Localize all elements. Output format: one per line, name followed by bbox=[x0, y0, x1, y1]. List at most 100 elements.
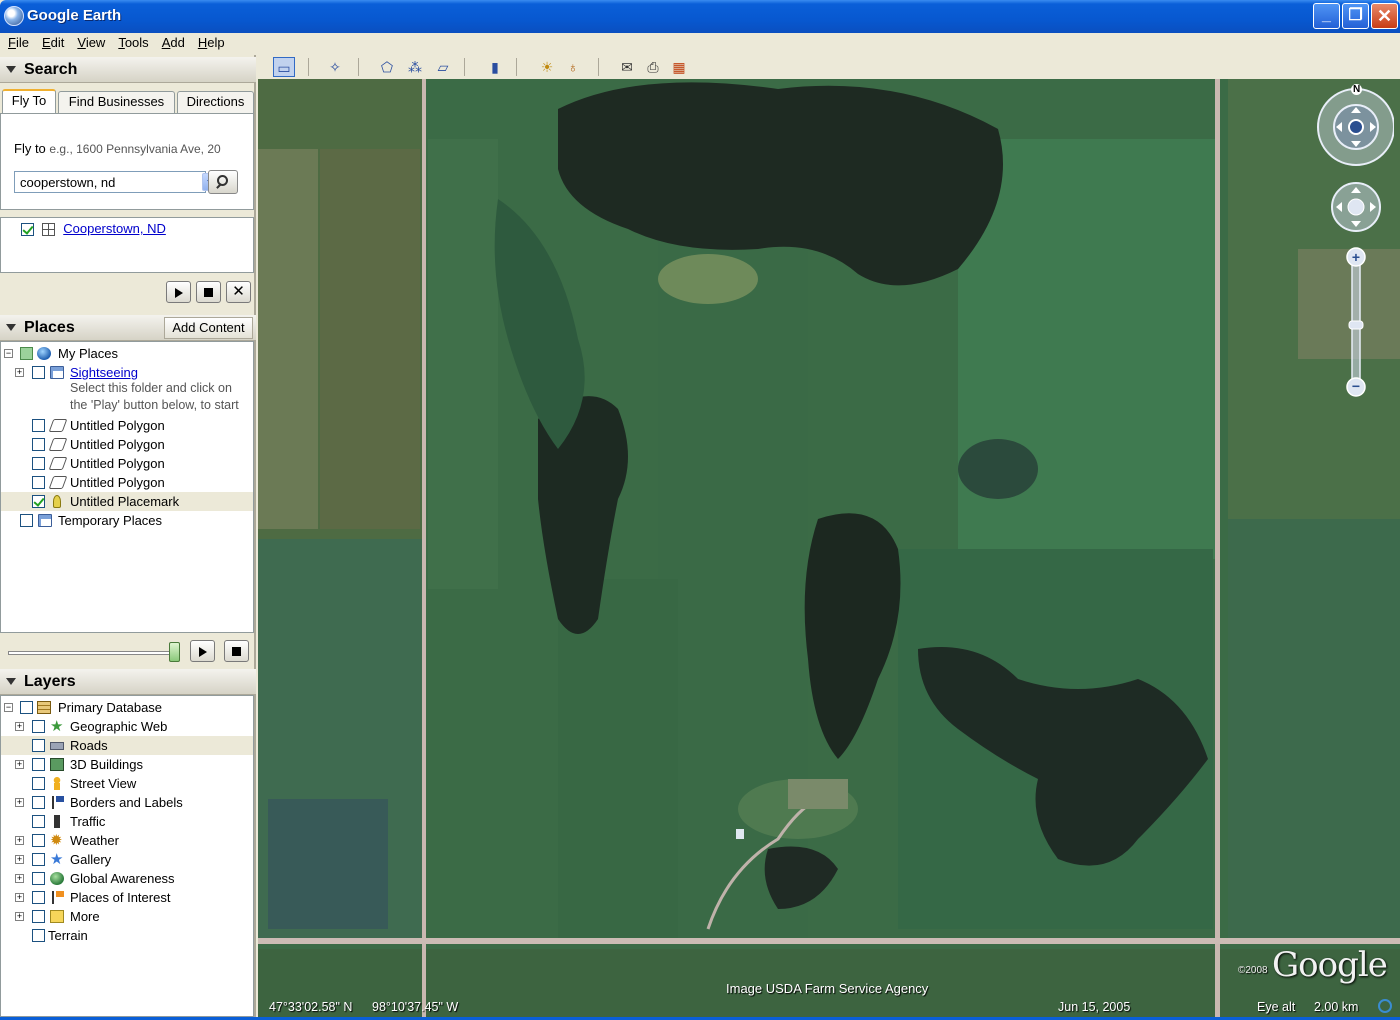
polygon-checkbox[interactable] bbox=[32, 419, 45, 432]
close-button[interactable]: ✕ bbox=[1371, 3, 1398, 29]
sunlight-icon[interactable]: ☀ bbox=[536, 57, 558, 77]
layer-terrain[interactable]: Terrain bbox=[1, 926, 253, 945]
navigation-controls[interactable]: + − bbox=[1314, 85, 1394, 405]
path-add-icon[interactable]: ⁂ bbox=[404, 57, 426, 77]
placemark-add-icon[interactable]: ✧ bbox=[324, 57, 346, 77]
layer-weather[interactable]: + ✹ Weather bbox=[1, 831, 253, 850]
search-stop-button[interactable] bbox=[196, 281, 221, 303]
layer-checkbox[interactable] bbox=[32, 910, 45, 923]
layer-gallery[interactable]: + ★ Gallery bbox=[1, 850, 253, 869]
primary-database-checkbox[interactable] bbox=[20, 701, 33, 714]
expand-toggle[interactable]: + bbox=[15, 836, 24, 845]
expand-toggle[interactable]: + bbox=[15, 893, 24, 902]
fly-to-input[interactable]: cooperstown, nd bbox=[14, 171, 219, 193]
layer-global-awareness[interactable]: + Global Awareness bbox=[1, 869, 253, 888]
tree-item-polygon[interactable]: Untitled Polygon bbox=[1, 473, 253, 492]
maximize-button[interactable]: ❐ bbox=[1342, 3, 1369, 29]
places-panel-header[interactable]: Places Add Content bbox=[0, 315, 256, 341]
menu-add[interactable]: Add bbox=[154, 33, 190, 50]
print-icon[interactable]: ⎙ bbox=[642, 57, 664, 77]
layer-traffic[interactable]: Traffic bbox=[1, 812, 253, 831]
layer-checkbox[interactable] bbox=[32, 720, 45, 733]
tab-directions[interactable]: Directions bbox=[177, 91, 254, 113]
layer-checkbox[interactable] bbox=[32, 834, 45, 847]
tree-item-placemark[interactable]: Untitled Placemark bbox=[1, 492, 253, 511]
tab-fly-to[interactable]: Fly To bbox=[2, 89, 56, 114]
building-icon bbox=[50, 758, 64, 771]
menu-help[interactable]: Help bbox=[190, 33, 230, 50]
temporary-places-checkbox[interactable] bbox=[20, 514, 33, 527]
collapse-arrow-icon[interactable] bbox=[6, 324, 16, 331]
polygon-add-icon[interactable]: ⬠ bbox=[376, 57, 398, 77]
polygon-checkbox[interactable] bbox=[32, 476, 45, 489]
menu-file[interactable]: File bbox=[0, 33, 34, 50]
menu-tools[interactable]: Tools bbox=[110, 33, 153, 50]
sightseeing-link[interactable]: Sightseeing bbox=[70, 365, 138, 380]
layer-places-of-interest[interactable]: + Places of Interest bbox=[1, 888, 253, 907]
expand-toggle[interactable]: + bbox=[15, 722, 24, 731]
collapse-toggle[interactable]: − bbox=[4, 349, 13, 358]
layer-checkbox[interactable] bbox=[32, 758, 45, 771]
expand-toggle[interactable]: + bbox=[15, 855, 24, 864]
expand-toggle[interactable]: + bbox=[15, 912, 24, 921]
collapse-arrow-icon[interactable] bbox=[6, 678, 16, 685]
tree-item-polygon[interactable]: Untitled Polygon bbox=[1, 416, 253, 435]
result-item[interactable]: Cooperstown, ND bbox=[21, 221, 166, 237]
layers-panel-header[interactable]: Layers bbox=[0, 669, 256, 695]
sky-planet-icon[interactable]: ♁ bbox=[562, 57, 584, 77]
tree-item-polygon[interactable]: Untitled Polygon bbox=[1, 435, 253, 454]
layer-borders-labels[interactable]: + Borders and Labels bbox=[1, 793, 253, 812]
sidebar-toggle-icon[interactable]: ▭ bbox=[273, 57, 295, 77]
tree-item-primary-database[interactable]: − Primary Database bbox=[1, 698, 253, 717]
sightseeing-checkbox[interactable] bbox=[32, 366, 45, 379]
tour-speed-slider[interactable] bbox=[8, 651, 178, 655]
add-content-button[interactable]: Add Content bbox=[164, 317, 253, 339]
layer-more[interactable]: + More bbox=[1, 907, 253, 926]
places-play-button[interactable] bbox=[190, 640, 215, 662]
email-icon[interactable]: ✉ bbox=[616, 57, 638, 77]
minimize-button[interactable]: _ bbox=[1313, 3, 1340, 29]
layer-geographic-web[interactable]: + ★ Geographic Web bbox=[1, 717, 253, 736]
expand-toggle[interactable]: + bbox=[15, 760, 24, 769]
image-overlay-icon[interactable]: ▱ bbox=[432, 57, 454, 77]
layer-checkbox[interactable] bbox=[32, 815, 45, 828]
layer-roads[interactable]: Roads bbox=[1, 736, 253, 755]
slider-knob[interactable] bbox=[169, 642, 180, 662]
layer-checkbox[interactable] bbox=[32, 777, 45, 790]
polygon-checkbox[interactable] bbox=[32, 438, 45, 451]
search-play-button[interactable] bbox=[166, 281, 191, 303]
expand-toggle[interactable]: + bbox=[15, 368, 24, 377]
search-button[interactable] bbox=[208, 170, 238, 194]
my-places-checkbox[interactable] bbox=[20, 347, 33, 360]
layer-checkbox[interactable] bbox=[32, 739, 45, 752]
result-checkbox[interactable] bbox=[21, 223, 34, 237]
expand-toggle[interactable]: + bbox=[15, 798, 24, 807]
layer-checkbox[interactable] bbox=[32, 891, 45, 904]
layer-checkbox[interactable] bbox=[32, 796, 45, 809]
layer-street-view[interactable]: Street View bbox=[1, 774, 253, 793]
collapse-toggle[interactable]: − bbox=[4, 703, 13, 712]
layer-checkbox[interactable] bbox=[32, 929, 45, 942]
polygon-checkbox[interactable] bbox=[32, 457, 45, 470]
tree-item-my-places[interactable]: − My Places bbox=[1, 344, 253, 363]
layer-checkbox[interactable] bbox=[32, 853, 45, 866]
placemark-checkbox[interactable] bbox=[32, 495, 45, 508]
layer-checkbox[interactable] bbox=[32, 872, 45, 885]
menu-view[interactable]: View bbox=[69, 33, 110, 50]
menu-edit[interactable]: Edit bbox=[34, 33, 69, 50]
zoom-thumb[interactable] bbox=[1348, 320, 1364, 330]
map-viewport[interactable]: + − N Image USDA Farm Service Agency 47°… bbox=[258, 79, 1400, 1017]
places-stop-button[interactable] bbox=[224, 640, 249, 662]
window-title: Google Earth bbox=[27, 7, 122, 24]
result-link[interactable]: Cooperstown, ND bbox=[63, 221, 166, 236]
view-in-maps-icon[interactable]: ▦ bbox=[668, 57, 690, 77]
search-panel-header[interactable]: Search bbox=[0, 57, 256, 83]
expand-toggle[interactable]: + bbox=[15, 874, 24, 883]
collapse-arrow-icon[interactable] bbox=[6, 66, 16, 73]
clear-results-button[interactable]: ✕ bbox=[226, 281, 251, 303]
layer-3d-buildings[interactable]: + 3D Buildings bbox=[1, 755, 253, 774]
ruler-icon[interactable]: ▮ bbox=[484, 57, 506, 77]
tree-item-polygon[interactable]: Untitled Polygon bbox=[1, 454, 253, 473]
tree-item-temporary-places[interactable]: Temporary Places bbox=[1, 511, 253, 530]
tab-find-businesses[interactable]: Find Businesses bbox=[58, 91, 175, 113]
